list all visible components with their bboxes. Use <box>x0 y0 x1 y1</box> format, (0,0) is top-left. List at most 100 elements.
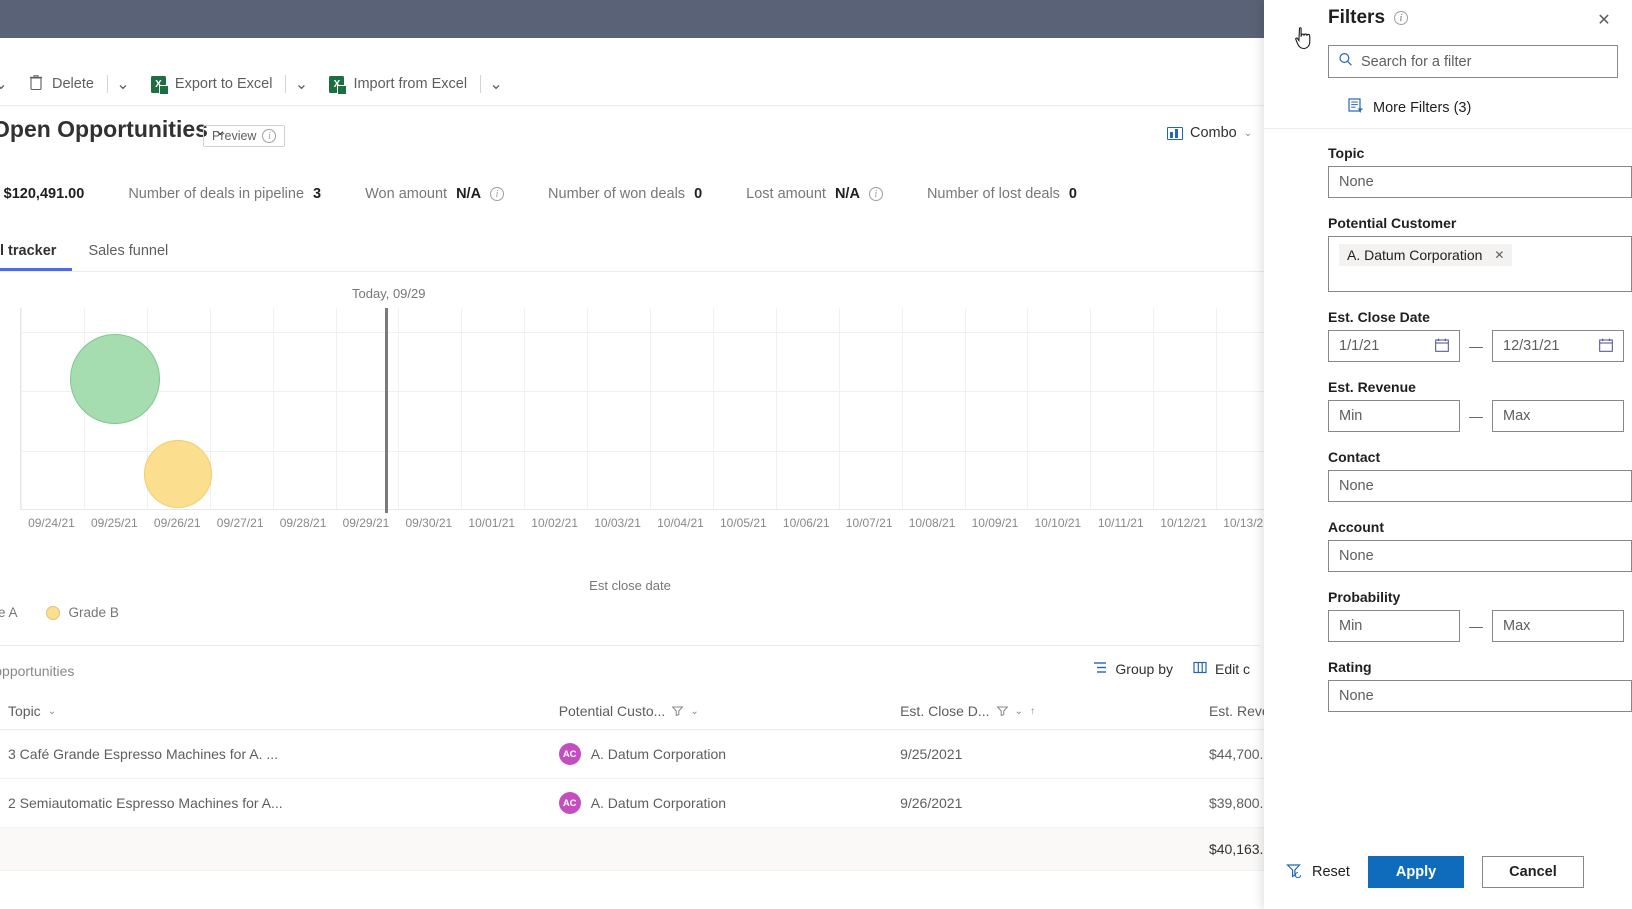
more-filters-button[interactable]: More Filters (3) <box>1348 98 1471 117</box>
export-caret-glyph: ⌄ <box>294 76 309 93</box>
gridline-vertical <box>21 308 22 509</box>
gridline-vertical <box>1153 308 1155 509</box>
new-caret[interactable]: ⌄ <box>0 68 16 100</box>
legend-color-swatch <box>45 605 60 620</box>
filter-input-est-close-date-max[interactable]: 12/31/21 <box>1492 330 1624 362</box>
calendar-icon[interactable] <box>1435 338 1449 355</box>
info-icon[interactable]: i <box>490 187 505 201</box>
gridline-vertical <box>901 308 903 509</box>
filter-input-account[interactable]: None <box>1328 540 1632 572</box>
mouse-cursor <box>1294 26 1314 57</box>
export-caret[interactable]: ⌄ <box>286 68 316 100</box>
filter-fields: Topic None Potential Customer A. Datum Corp… <box>1328 145 1632 729</box>
filter-field-est-revenue: Est. Revenue Min — Max <box>1328 379 1632 432</box>
filter-input-probability-max[interactable]: Max <box>1492 610 1624 642</box>
range-separator: — <box>1469 408 1483 424</box>
group-by-button[interactable]: Group by <box>1093 661 1173 677</box>
page-title[interactable]: Open Opportunities ⌄ <box>0 116 227 143</box>
delete-button[interactable]: Delete <box>16 68 107 100</box>
reset-filter-icon <box>1286 863 1303 882</box>
legend-item-1[interactable]: Grade B <box>45 605 119 620</box>
tab-1[interactable]: Sales funnel <box>72 236 184 270</box>
filter-field-est-close-date: Est. Close Date 1/1/21 — 12/31/21 <box>1328 309 1632 362</box>
tab-0[interactable]: l tracker <box>0 236 73 271</box>
cell-potential-customer: AC A. Datum Corporation <box>282 729 727 779</box>
filter-input-est-close-date-min[interactable]: 1/1/21 <box>1328 330 1460 362</box>
x-axis-tick: 10/10/21 <box>1034 516 1082 530</box>
filter-min-value: 1/1/21 <box>1339 338 1380 354</box>
filter-input-topic[interactable]: None <box>1328 166 1632 198</box>
import-caret[interactable]: ⌄ <box>481 68 511 100</box>
filter-field-rating: Rating None <box>1328 659 1632 712</box>
column-header-0[interactable]: Topic ⌄ <box>0 693 283 730</box>
kpi-label: Lost amount <box>746 186 826 202</box>
filter-chip[interactable]: A. Datum Corporation ✕ <box>1339 244 1513 266</box>
sort-ascending-icon[interactable]: ↑ <box>1030 706 1035 717</box>
filter-input-est-revenue-min[interactable]: Min <box>1328 400 1460 432</box>
filter-field-potential-customer: Potential Customer A. Datum Corporation ✕ <box>1328 215 1632 292</box>
kpi-value: 0 <box>694 186 703 202</box>
info-icon[interactable]: i <box>1394 11 1409 25</box>
filters-title-text: Filters <box>1328 7 1386 28</box>
close-icon[interactable]: ✕ <box>1590 6 1618 34</box>
reset-button[interactable]: Reset <box>1286 863 1350 882</box>
footer-cell-empty <box>0 827 283 871</box>
x-axis-tick: 09/24/21 <box>28 516 75 530</box>
kpi-label: Number of won deals <box>548 186 686 202</box>
chevron-down-icon[interactable]: ⌄ <box>690 706 698 717</box>
legend-item-0[interactable]: ade A <box>0 605 18 620</box>
edit-columns-label: Edit c <box>1214 661 1250 677</box>
remove-chip-icon[interactable]: ✕ <box>1494 248 1504 262</box>
chart-bubble-1[interactable] <box>144 440 213 509</box>
chevron-down-icon[interactable]: ⌄ <box>48 706 56 717</box>
column-header-1[interactable]: Potential Custo... ⌄ <box>282 693 727 730</box>
edit-columns-button[interactable]: Edit c <box>1193 661 1250 677</box>
calendar-icon[interactable] <box>1599 338 1613 355</box>
kpi-0: value$120,491.00 <box>0 186 128 202</box>
filter-funnel-icon[interactable] <box>996 706 1008 716</box>
column-header-2[interactable]: Est. Close D... ⌄ ↑ <box>726 693 1035 730</box>
tab-label: Sales funnel <box>88 243 169 259</box>
filter-max-value: 12/31/21 <box>1503 338 1560 354</box>
tab-label: l tracker <box>0 243 57 259</box>
import-from-excel-button[interactable]: X Import from Excel <box>316 68 480 100</box>
filter-input-contact[interactable]: None <box>1328 470 1632 502</box>
apply-button[interactable]: Apply <box>1367 856 1465 888</box>
x-axis-tick: 09/25/21 <box>90 516 138 530</box>
x-axis-tick: 10/03/21 <box>594 516 641 530</box>
gridline-vertical <box>1090 308 1092 509</box>
filter-search-input[interactable]: Search for a filter <box>1328 45 1618 78</box>
filters-panel-footer: Reset Apply Cancel <box>1264 835 1632 909</box>
kpi-value: $120,491.00 <box>3 186 85 202</box>
delete-caret[interactable]: ⌄ <box>108 68 138 100</box>
info-icon[interactable]: i <box>262 129 277 143</box>
x-axis-tick: 10/06/21 <box>782 516 830 530</box>
cancel-button[interactable]: Cancel <box>1482 856 1584 888</box>
filter-funnel-icon[interactable] <box>672 706 684 716</box>
chart-bubble-0[interactable] <box>70 334 161 425</box>
more-filters-icon <box>1348 98 1364 117</box>
gridline-vertical <box>775 308 777 509</box>
gridline-vertical <box>524 308 526 509</box>
filter-input-rating[interactable]: None <box>1328 680 1632 712</box>
filter-input-est-revenue-max[interactable]: Max <box>1492 400 1624 432</box>
combo-chart-icon <box>1167 126 1183 140</box>
cell-est-close-date: 9/25/2021 <box>726 729 1035 779</box>
chevron-down-icon[interactable]: ⌄ <box>1015 706 1023 717</box>
filter-input-probability-min[interactable]: Min <box>1328 610 1460 642</box>
chart-type-combo-button[interactable]: Combo ⌄ <box>1167 125 1252 141</box>
filter-field-label: Account <box>1328 519 1384 535</box>
kpi-4: Lost amount N/A i <box>746 186 927 202</box>
gridline-horizontal <box>21 331 1278 333</box>
export-to-excel-button[interactable]: X Export to Excel <box>138 68 286 100</box>
x-axis-tick: 10/09/21 <box>971 516 1019 530</box>
filter-input-potential-customer[interactable]: A. Datum Corporation ✕ <box>1328 236 1632 292</box>
filter-value: None <box>1339 548 1374 564</box>
gridline-vertical <box>964 308 966 509</box>
kpi-label: Number of lost deals <box>926 186 1060 202</box>
filter-min-value: Min <box>1339 618 1363 634</box>
info-icon[interactable]: i <box>868 187 883 201</box>
x-axis-tick: 10/04/21 <box>657 516 704 530</box>
preview-badge[interactable]: Preview i <box>203 125 286 147</box>
filter-value: None <box>1339 478 1374 494</box>
